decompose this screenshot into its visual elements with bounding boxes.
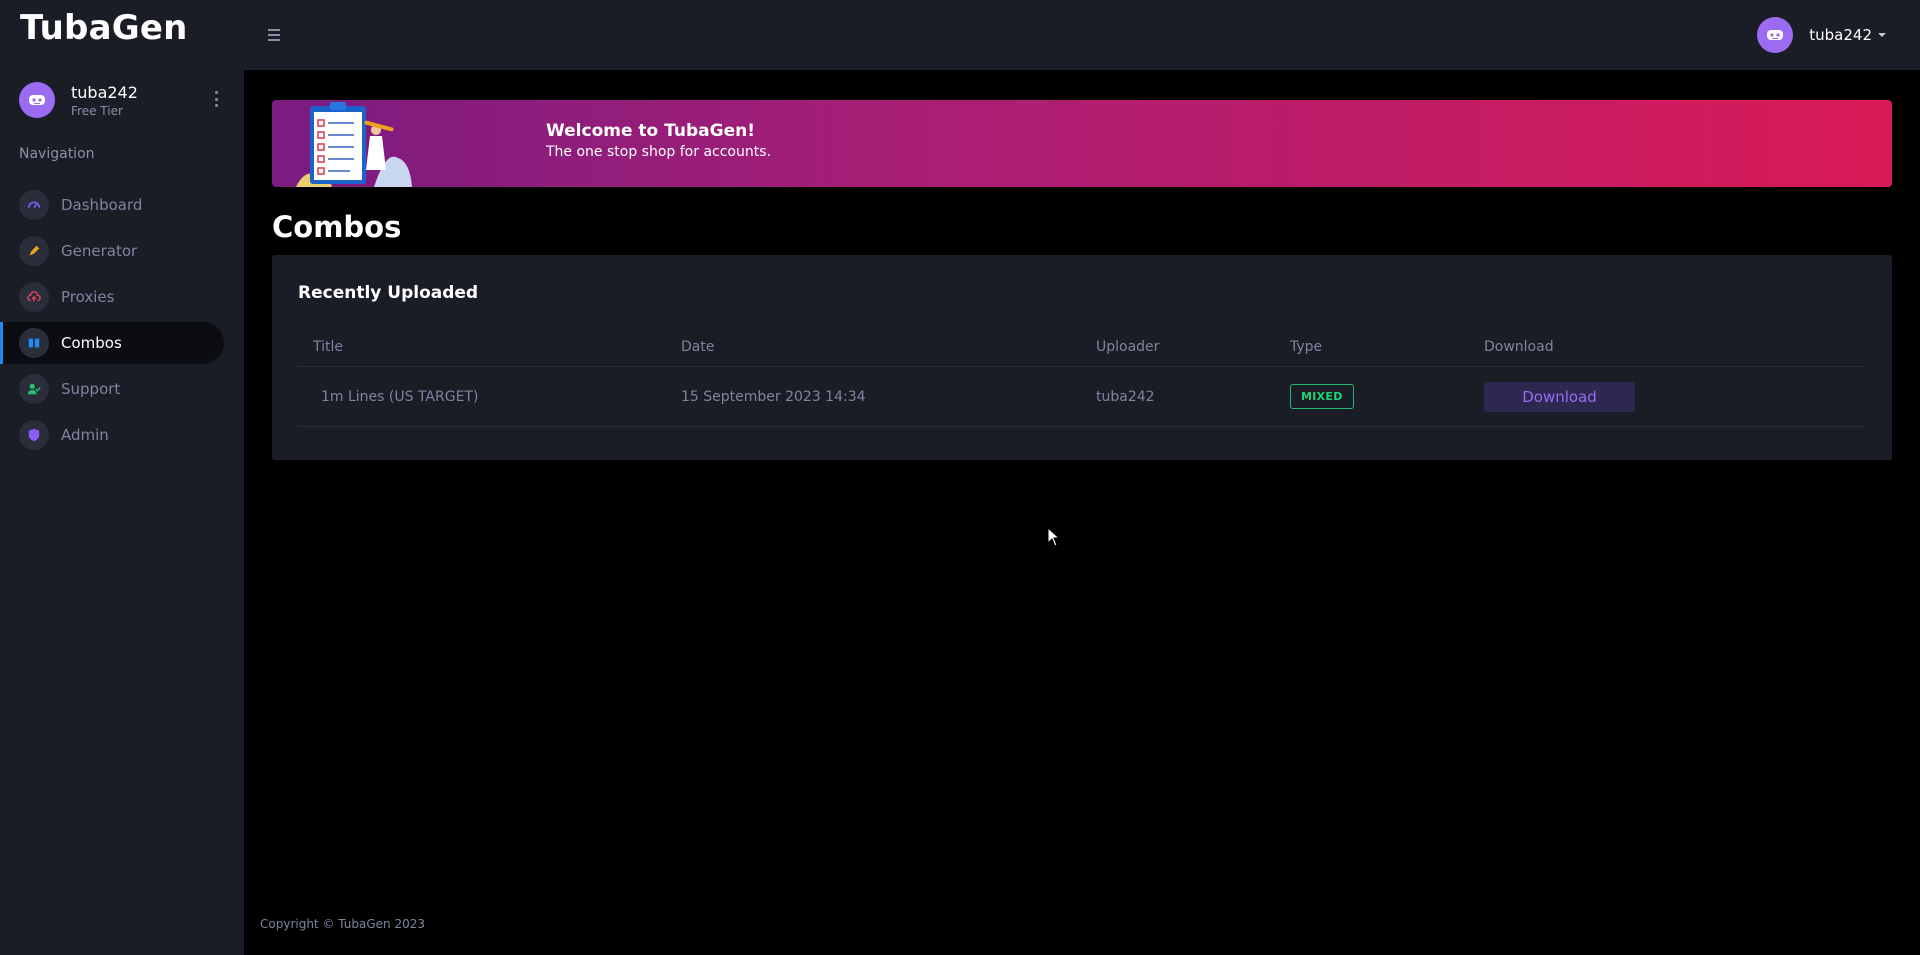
- type-badge: MIXED: [1290, 384, 1354, 409]
- recently-uploaded-card: Recently Uploaded Title Date Uploader Ty…: [272, 255, 1892, 460]
- sidebar-item-label: Admin: [61, 426, 109, 444]
- user-menu[interactable]: tuba242: [1757, 17, 1886, 53]
- dashboard-icon: [19, 190, 49, 220]
- sidebar-profile: tuba242 Free Tier: [19, 82, 138, 118]
- download-button[interactable]: Download: [1484, 381, 1635, 412]
- page-title: Combos: [272, 210, 402, 244]
- more-options-icon[interactable]: [212, 89, 220, 109]
- banner-subtitle: The one stop shop for accounts.: [546, 144, 771, 160]
- footer-copyright: Copyright © TubaGen 2023: [260, 917, 425, 931]
- sidebar-item-label: Dashboard: [61, 196, 143, 214]
- table-header: Title Date Uploader Type Download: [298, 327, 1866, 367]
- username-label: tuba242: [1809, 26, 1872, 44]
- shield-icon: [19, 420, 49, 450]
- profile-name: tuba242: [71, 82, 138, 102]
- user-check-icon: [19, 374, 49, 404]
- sidebar-item-label: Support: [61, 380, 121, 398]
- book-icon: [19, 328, 49, 358]
- sidebar-item-combos[interactable]: Combos: [0, 322, 224, 364]
- cell-title: 1m Lines (US TARGET): [321, 388, 479, 405]
- sidebar: tuba242 Free Tier Navigation Dashboard G…: [0, 70, 244, 955]
- column-header-date[interactable]: Date: [681, 339, 1096, 355]
- sidebar-item-support[interactable]: Support: [0, 368, 224, 410]
- column-header-download[interactable]: Download: [1484, 339, 1866, 355]
- banner-title: Welcome to TubaGen!: [546, 121, 755, 141]
- sidebar-item-dashboard[interactable]: Dashboard: [0, 184, 224, 226]
- sidebar-item-proxies[interactable]: Proxies: [0, 276, 224, 318]
- caret-down-icon: [1878, 33, 1886, 37]
- avatar: [1757, 17, 1794, 53]
- profile-tier: Free Tier: [71, 103, 123, 118]
- sidebar-nav: Dashboard Generator Proxies Combos Suppo…: [0, 184, 224, 460]
- sidebar-item-admin[interactable]: Admin: [0, 414, 224, 456]
- sidebar-item-label: Combos: [61, 334, 122, 352]
- menu-toggle-icon[interactable]: [268, 26, 286, 42]
- sidebar-item-label: Proxies: [61, 288, 115, 306]
- nav-heading: Navigation: [19, 146, 95, 162]
- card-title: Recently Uploaded: [298, 283, 479, 303]
- welcome-banner: Welcome to TubaGen! The one stop shop fo…: [272, 100, 1892, 187]
- column-header-type[interactable]: Type: [1290, 339, 1484, 355]
- top-bar: TubaGen tuba242: [0, 0, 1920, 70]
- table-row: 1m Lines (US TARGET) 15 September 2023 1…: [298, 367, 1866, 427]
- cell-uploader: tuba242: [1096, 388, 1155, 405]
- cell-date: 15 September 2023 14:34: [681, 388, 866, 405]
- column-header-uploader[interactable]: Uploader: [1096, 339, 1290, 355]
- sidebar-item-generator[interactable]: Generator: [0, 230, 224, 272]
- combos-table: Title Date Uploader Type Download 1m Lin…: [298, 327, 1866, 427]
- sidebar-item-label: Generator: [61, 242, 138, 260]
- brand-logo[interactable]: TubaGen: [20, 8, 188, 48]
- clipboard-illustration-icon: [296, 102, 412, 187]
- pencil-icon: [19, 236, 49, 266]
- mouse-cursor-icon: [1047, 527, 1061, 547]
- column-header-title[interactable]: Title: [298, 339, 681, 355]
- cloud-upload-icon: [19, 282, 49, 312]
- avatar: [19, 82, 55, 118]
